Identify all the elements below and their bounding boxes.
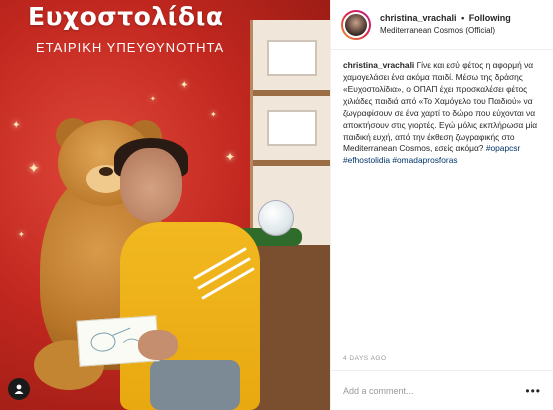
- teddy-bear-nose: [99, 167, 113, 176]
- post-timestamp: 4 DAYS AGO: [343, 355, 387, 362]
- snowglobe: [258, 200, 294, 236]
- header-text: christina_vrachali • Following Mediterra…: [380, 13, 511, 35]
- caption-username-link[interactable]: christina_vrachali: [343, 60, 414, 70]
- location-link[interactable]: Mediterranean Cosmos (Official): [380, 26, 511, 36]
- header-username-link[interactable]: christina_vrachali: [380, 13, 457, 23]
- banner-subtitle: ΕΤΑΙΡΙΚΗ ΥΠΕΥΘΥΝΟΤΗΤΑ: [36, 40, 225, 55]
- post-caption: christina_vrachali Γίνε και εσύ φέτος η …: [331, 50, 553, 355]
- sparkle-decoration: ✦: [225, 150, 236, 164]
- instagram-post: Ευχοστολίδια ΕΤΑΙΡΙΚΗ ΥΠΕΥΘΥΝΟΤΗΤΑ ✦ ✦ ✦…: [0, 0, 553, 410]
- person-face: [120, 148, 182, 222]
- sparkle-decoration: ✦: [150, 96, 156, 103]
- sparkle-decoration: ✦: [12, 120, 21, 131]
- banner-title: Ευχοστολίδια: [28, 2, 224, 31]
- avatar-image: [343, 11, 369, 38]
- sparkle-decoration: ✦: [210, 110, 217, 119]
- tagged-users-button[interactable]: [8, 378, 30, 400]
- avatar[interactable]: [341, 9, 371, 40]
- user-icon: [14, 384, 24, 394]
- sparkle-decoration: ✦: [18, 230, 25, 239]
- hashtag-link[interactable]: #opapcsr: [486, 143, 520, 153]
- shelf-board: [253, 90, 330, 96]
- sparkle-decoration: ✦: [28, 160, 40, 176]
- hashtag-link[interactable]: #efhostolidia: [343, 155, 390, 165]
- hashtag-link[interactable]: #omadaprosforas: [392, 155, 457, 165]
- following-button[interactable]: Following: [469, 13, 511, 23]
- header-separator: •: [461, 13, 465, 24]
- header-top-line: christina_vrachali • Following: [380, 13, 511, 24]
- caption-text: Γίνε και εσύ φέτος η αφορμή να χαμογελάσ…: [343, 60, 538, 154]
- person-jeans: [150, 360, 240, 410]
- shelf-board: [253, 160, 330, 166]
- wooden-table: [250, 245, 330, 410]
- more-icon[interactable]: •••: [525, 384, 541, 398]
- post-side-panel: christina_vrachali • Following Mediterra…: [330, 0, 553, 410]
- person-hand: [138, 330, 178, 360]
- sparkle-decoration: ✦: [180, 80, 189, 91]
- comment-input[interactable]: [343, 385, 526, 396]
- post-header: christina_vrachali • Following Mediterra…: [331, 0, 553, 50]
- drawing-frame: [267, 40, 317, 76]
- post-photo[interactable]: Ευχοστολίδια ΕΤΑΙΡΙΚΗ ΥΠΕΥΘΥΝΟΤΗΤΑ ✦ ✦ ✦…: [0, 0, 330, 410]
- drawing-frame: [267, 110, 317, 146]
- comment-bar: •••: [331, 370, 553, 410]
